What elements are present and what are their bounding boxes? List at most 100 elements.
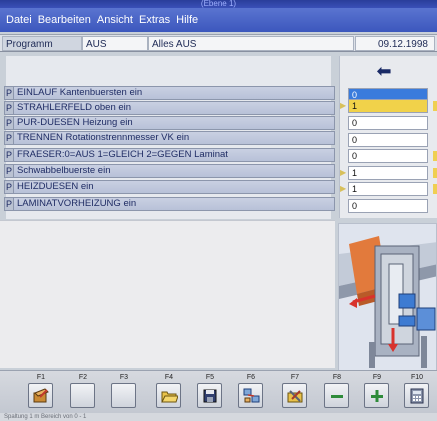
status-text: Spaltung 1 m Bereich von 0 - 1 <box>4 414 87 420</box>
marker-icon: ▶ <box>340 168 347 177</box>
menu-extras[interactable]: Extras <box>139 14 170 26</box>
marker-right <box>433 184 437 194</box>
parameter-flag: P <box>4 180 14 194</box>
value-field[interactable]: 1 <box>348 99 428 113</box>
value-field[interactable]: 1 <box>348 166 428 180</box>
book-edit-icon <box>33 387 49 402</box>
f2-key[interactable]: F2 <box>66 373 100 412</box>
programm-label: Programm <box>2 36 82 51</box>
parameter-flag: P <box>4 116 14 130</box>
value-row-laminatvorheizung[interactable]: 0 <box>340 199 437 213</box>
f3-key[interactable]: F3 <box>107 373 141 412</box>
value-row-strahlerfeld[interactable]: ▶ 1 <box>340 99 437 113</box>
open-folder-button[interactable] <box>156 383 181 408</box>
f8-label: F8 <box>332 374 342 381</box>
parameter-row-schwabbelbuerste[interactable]: P Schwabbelbuerste ein <box>4 164 335 178</box>
window-title: (Ebene 1) <box>200 0 237 8</box>
parameter-flag: P <box>4 101 14 115</box>
f9-key[interactable]: F9 <box>360 373 394 412</box>
f7-label: F7 <box>290 374 300 381</box>
f10-label: F10 <box>410 374 424 381</box>
menu-bearbeiten[interactable]: Bearbeiten <box>38 14 91 26</box>
value-field[interactable]: 0 <box>348 116 428 130</box>
back-arrow-button[interactable]: ⬅ <box>346 60 422 82</box>
network-button[interactable] <box>238 383 263 408</box>
parameter-row-pur-duesen[interactable]: P PUR-DUESEN Heizung ein <box>4 116 335 130</box>
marker-icon: ▶ <box>340 101 347 110</box>
f8-key[interactable]: F8 <box>320 373 354 412</box>
f9-label: F9 <box>372 374 382 381</box>
parameter-label: EINLAUF Kantenbuersten ein <box>14 86 335 100</box>
parameter-flag: P <box>4 131 14 145</box>
parameter-row-strahlerfeld[interactable]: P STRAHLERFELD oben ein <box>4 101 335 115</box>
plus-button[interactable] <box>364 383 389 408</box>
minus-button[interactable] <box>324 383 349 408</box>
parameter-label: FRAESER:0=AUS 1=GLEICH 2=GEGEN Laminat <box>14 148 335 162</box>
menu-datei[interactable]: Datei <box>6 14 32 26</box>
f2-button[interactable] <box>70 383 95 408</box>
parameter-row-einlauf[interactable]: P EINLAUF Kantenbuersten ein <box>4 86 335 100</box>
folder-icon <box>160 391 178 402</box>
minus-icon <box>330 394 343 398</box>
menu-hilfe[interactable]: Hilfe <box>176 14 198 26</box>
value-field[interactable]: 0 <box>348 133 428 147</box>
f4-key[interactable]: F4 <box>152 373 186 412</box>
save-button[interactable] <box>197 383 222 408</box>
program-info-bar: Programm AUS Alles AUS 09.12.1998 <box>0 34 437 52</box>
date-field: 09.12.1998 <box>355 36 435 51</box>
parameter-flag: P <box>4 164 14 178</box>
f2-label: F2 <box>78 374 88 381</box>
programm-description: Alles AUS <box>148 36 354 51</box>
parameter-label: TRENNEN Rotationstrennmesser VK ein <box>14 131 335 145</box>
calculator-button[interactable] <box>404 383 429 408</box>
title-bar: (Ebene 1) <box>0 0 437 8</box>
calculator-icon <box>410 388 423 403</box>
marker-right <box>433 168 437 178</box>
machine-diagram <box>338 223 437 371</box>
f10-key[interactable]: F10 <box>400 373 434 412</box>
value-field[interactable]: 0 <box>348 199 428 213</box>
value-row-schwabbelbuerste[interactable]: ▶ 1 <box>340 166 437 180</box>
message-area <box>0 220 335 368</box>
save-icon <box>203 389 216 402</box>
menu-ansicht[interactable]: Ansicht <box>97 14 133 26</box>
value-row-pur-duesen[interactable]: 0 <box>340 116 437 130</box>
menu-bar: Datei Bearbeiten Ansicht Extras Hilfe <box>0 8 437 32</box>
tools-button[interactable] <box>282 383 307 408</box>
f1-label: F1 <box>36 374 46 381</box>
tools-icon <box>287 389 302 402</box>
book-edit-button[interactable] <box>28 383 53 408</box>
marker-icon: ▶ <box>340 184 347 193</box>
programm-value[interactable]: AUS <box>82 36 148 51</box>
parameter-row-heizduesen[interactable]: P HEIZDUESEN ein <box>4 180 335 194</box>
f3-label: F3 <box>119 374 129 381</box>
parameter-label: STRAHLERFELD oben ein <box>14 101 335 115</box>
edgebander-machine-illustration <box>339 224 436 370</box>
value-row-trennen[interactable]: 0 <box>340 133 437 147</box>
parameter-label: HEIZDUESEN ein <box>14 180 335 194</box>
f1-key[interactable]: F1 <box>24 373 58 412</box>
f3-button[interactable] <box>111 383 136 408</box>
f6-key[interactable]: F6 <box>234 373 268 412</box>
value-field[interactable]: 0 <box>348 149 428 163</box>
parameter-row-laminatvorheizung[interactable]: P LAMINATVORHEIZUNG ein <box>4 197 335 211</box>
value-row-heizduesen[interactable]: ▶ 1 <box>340 182 437 196</box>
plus-icon <box>370 389 383 402</box>
marker-right <box>433 101 437 111</box>
f5-key[interactable]: F5 <box>193 373 227 412</box>
status-bar: Spaltung 1 m Bereich von 0 - 1 <box>0 413 437 421</box>
parameter-flag: P <box>4 148 14 162</box>
f5-label: F5 <box>205 374 215 381</box>
parameter-row-trennen[interactable]: P TRENNEN Rotationstrennmesser VK ein <box>4 131 335 145</box>
left-arrow-icon: ⬅ <box>376 60 392 81</box>
parameter-label: PUR-DUESEN Heizung ein <box>14 116 335 130</box>
parameter-flag: P <box>4 197 14 211</box>
network-icon <box>243 388 259 402</box>
parameter-row-fraeser[interactable]: P FRAESER:0=AUS 1=GLEICH 2=GEGEN Laminat <box>4 148 335 162</box>
function-key-toolbar: F1 F2 F3 F4 F5 F6 F7 F8 F9 F10 <box>0 370 437 413</box>
f6-label: F6 <box>246 374 256 381</box>
parameter-label: LAMINATVORHEIZUNG ein <box>14 197 335 211</box>
f7-key[interactable]: F7 <box>278 373 312 412</box>
value-row-fraeser[interactable]: 0 <box>340 149 437 163</box>
value-field[interactable]: 1 <box>348 182 428 196</box>
